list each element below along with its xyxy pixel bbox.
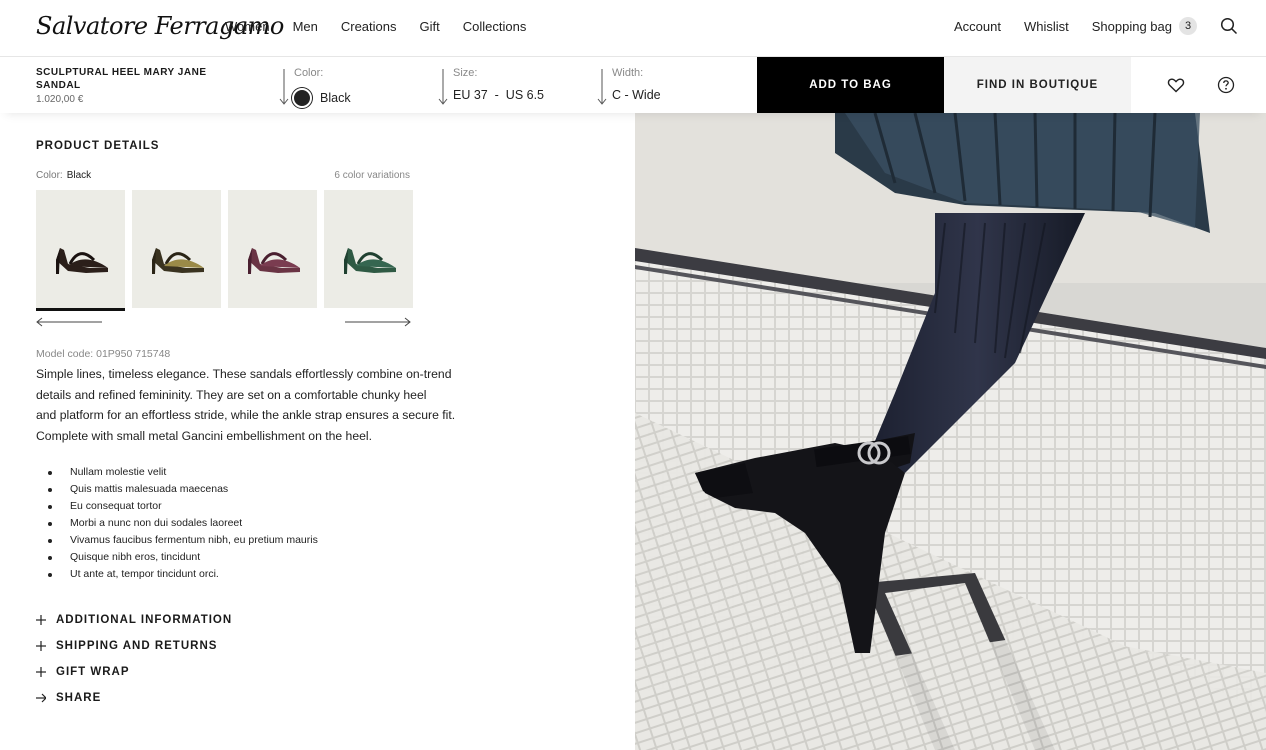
help-icon[interactable] bbox=[1216, 75, 1236, 95]
accordion-share[interactable]: SHARE bbox=[36, 692, 101, 704]
width-selector[interactable]: Width: C - Wide bbox=[597, 67, 737, 105]
arrow-right-icon[interactable] bbox=[345, 317, 411, 327]
feature-item: Eu consequat tortor bbox=[48, 498, 318, 515]
nav-item-gift[interactable]: Gift bbox=[420, 19, 440, 34]
feature-item: Morbi a nunc non dui sodales laoreet bbox=[48, 515, 318, 532]
color-thumbnail-green[interactable] bbox=[324, 190, 413, 308]
product-description: Simple lines, timeless elegance. These s… bbox=[36, 364, 496, 447]
shoe-image bbox=[248, 248, 300, 274]
color-variation-row: Color: Black 6 color variations bbox=[36, 170, 410, 181]
size-selector[interactable]: Size: EU 37 - US 6.5 bbox=[438, 67, 578, 105]
user-nav: Account Whislist Shopping bag 3 bbox=[954, 17, 1238, 35]
feature-item: Ut ante at, tempor tincidunt orci. bbox=[48, 566, 318, 583]
product-bar: SCULPTURAL HEEL MARY JANE SANDAL 1.020,0… bbox=[0, 57, 1266, 113]
feature-item: Quisque nibh eros, tincidunt bbox=[48, 549, 318, 566]
color-value: Black bbox=[292, 88, 351, 108]
variation-color-label: Color: bbox=[36, 170, 63, 181]
wishlist-link[interactable]: Whislist bbox=[1024, 19, 1069, 34]
description-line: details and refined femininity. They are… bbox=[36, 387, 427, 402]
accordion-label: SHARE bbox=[56, 692, 102, 704]
shoe-image bbox=[344, 248, 396, 274]
product-name: SCULPTURAL HEEL MARY JANE SANDAL bbox=[36, 67, 207, 91]
shopping-bag-link[interactable]: Shopping bag 3 bbox=[1092, 17, 1197, 35]
arrow-down-icon bbox=[279, 69, 289, 105]
accordion-label: GIFT WRAP bbox=[56, 666, 130, 678]
width-label: Width: bbox=[612, 67, 644, 79]
feature-list: Nullam molestie velit Quis mattis malesu… bbox=[48, 464, 318, 583]
shoe-image bbox=[56, 248, 108, 274]
accordion-label: SHIPPING AND RETURNS bbox=[56, 640, 218, 652]
carousel-arrows bbox=[36, 317, 411, 327]
search-icon[interactable] bbox=[1220, 17, 1238, 35]
nav-item-women[interactable]: Women bbox=[225, 19, 270, 34]
nav-item-men[interactable]: Men bbox=[293, 19, 318, 34]
model-code: Model code: 01P950 715748 bbox=[36, 348, 171, 360]
accordion-shipping-returns[interactable]: SHIPPING AND RETURNS bbox=[36, 640, 217, 652]
color-thumbnail-carousel bbox=[36, 190, 413, 311]
nav-item-creations[interactable]: Creations bbox=[341, 19, 397, 34]
description-line: Complete with small metal Gancini embell… bbox=[36, 429, 372, 444]
color-selector[interactable]: Color: Black bbox=[279, 67, 419, 108]
accordion-additional-information[interactable]: ADDITIONAL INFORMATION bbox=[36, 614, 232, 626]
color-value-text: Black bbox=[320, 91, 351, 105]
size-label: Size: bbox=[453, 67, 478, 79]
product-details-title: PRODUCT DETAILS bbox=[36, 140, 160, 152]
shoe-image bbox=[152, 248, 204, 274]
arrow-down-icon bbox=[597, 69, 607, 105]
feature-item: Quis mattis malesuada maecenas bbox=[48, 481, 318, 498]
variation-color-value: Black bbox=[66, 170, 92, 181]
accordion-label: ADDITIONAL INFORMATION bbox=[56, 614, 233, 626]
heart-icon[interactable] bbox=[1166, 75, 1186, 95]
color-thumbnail-gold[interactable] bbox=[132, 190, 221, 308]
find-in-boutique-button[interactable]: FIND IN BOUTIQUE bbox=[944, 57, 1131, 113]
width-value: C - Wide bbox=[612, 88, 661, 102]
color-label: Color: bbox=[294, 67, 324, 79]
color-variations-count: 6 color variations bbox=[334, 170, 410, 181]
feature-item: Vivamus faucibus fermentum nibh, eu pret… bbox=[48, 532, 318, 549]
color-swatch bbox=[292, 88, 312, 108]
accordion-gift-wrap[interactable]: GIFT WRAP bbox=[36, 666, 130, 678]
account-link[interactable]: Account bbox=[954, 19, 1001, 34]
product-hero-image bbox=[635, 113, 1266, 750]
feature-item: Nullam molestie velit bbox=[48, 464, 318, 481]
add-to-bag-button[interactable]: ADD TO BAG bbox=[757, 57, 944, 113]
description-line: and platform for an effortless stride, w… bbox=[36, 408, 456, 423]
shopping-bag-label: Shopping bag bbox=[1091, 18, 1172, 34]
plus-icon bbox=[36, 667, 46, 677]
arrow-right-icon bbox=[36, 693, 46, 703]
nav-item-collections[interactable]: Collections bbox=[463, 19, 527, 34]
main-nav: Women Men Creations Gift Collections bbox=[225, 19, 526, 34]
lifestyle-photo bbox=[635, 113, 1266, 750]
size-value: EU 37 - US 6.5 bbox=[453, 88, 545, 102]
bag-count-badge: 3 bbox=[1179, 17, 1197, 35]
plus-icon bbox=[36, 641, 46, 651]
plus-icon bbox=[36, 615, 46, 625]
description-line: Simple lines, timeless elegance. These s… bbox=[36, 367, 452, 381]
color-thumbnail-burgundy[interactable] bbox=[228, 190, 317, 308]
product-price: 1.020,00 € bbox=[36, 94, 84, 105]
top-navigation: Salvatore Ferragamo Women Men Creations … bbox=[0, 0, 1266, 57]
arrow-left-icon[interactable] bbox=[36, 317, 102, 327]
color-thumbnail-black[interactable] bbox=[36, 190, 125, 311]
arrow-down-icon bbox=[438, 69, 448, 105]
